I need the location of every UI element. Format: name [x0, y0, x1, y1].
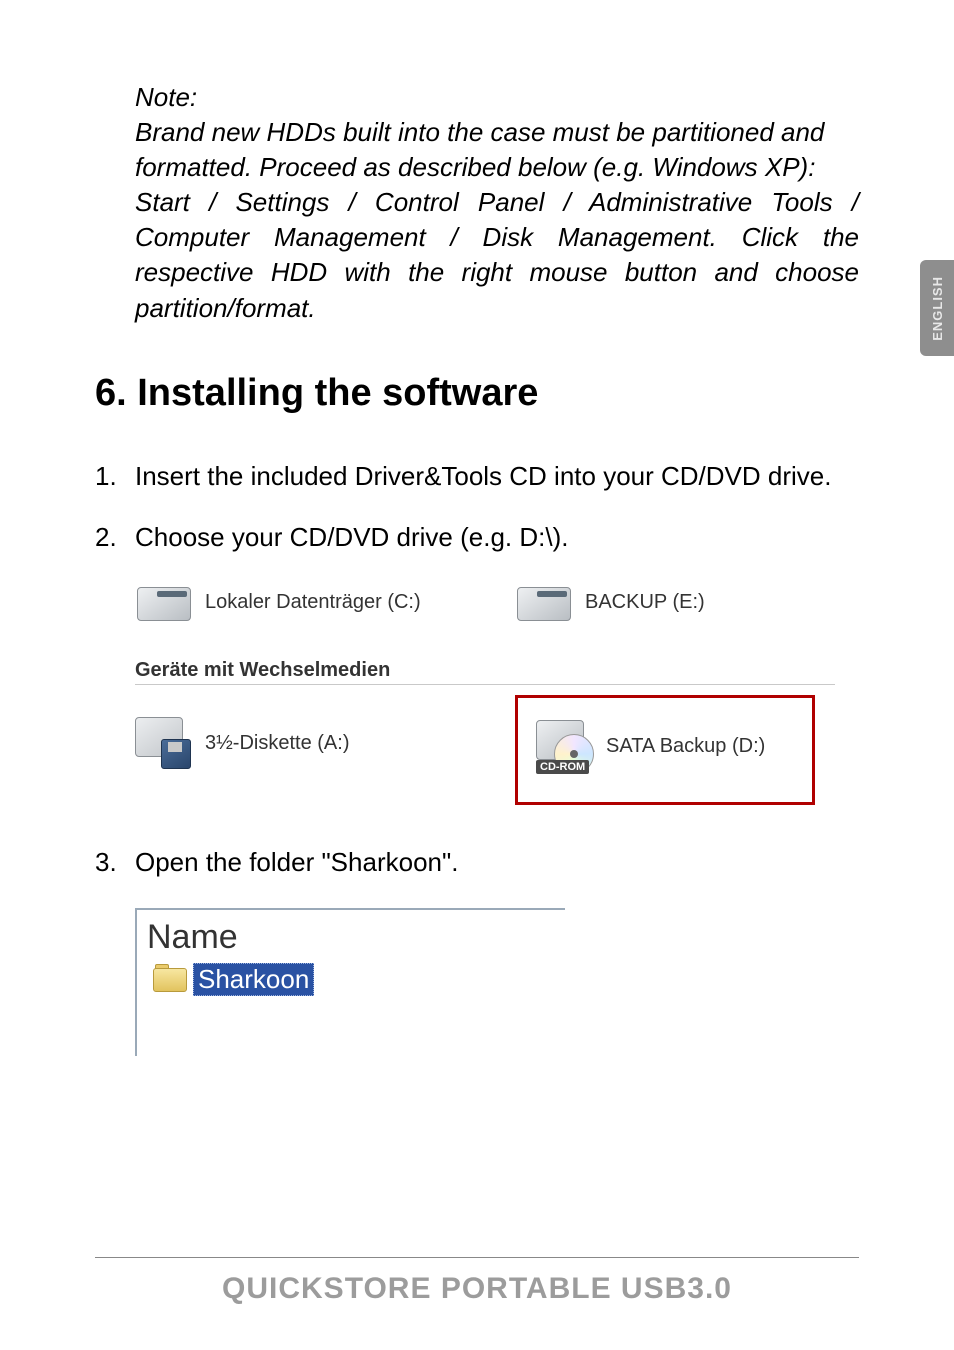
- drive-local-c-label: Lokaler Datenträger (C:): [205, 591, 421, 614]
- step-2-number: 2.: [95, 522, 135, 553]
- step-2: 2. Choose your CD/DVD drive (e.g. D:\).: [95, 522, 859, 553]
- column-header-name: Name: [147, 918, 565, 957]
- step-1: 1. Insert the included Driver&Tools CD i…: [95, 461, 859, 492]
- step-3-number: 3.: [95, 847, 135, 878]
- cdrom-icon: CD-ROM: [536, 720, 594, 774]
- step-2-text: Choose your CD/DVD drive (e.g. D:\).: [135, 522, 859, 553]
- step-3: 3. Open the folder "Sharkoon".: [95, 847, 859, 878]
- folder-icon: [153, 966, 187, 992]
- hdd-icon: [135, 583, 193, 623]
- folder-row-sharkoon: Sharkoon: [153, 963, 565, 996]
- cdrom-badge: CD-ROM: [536, 760, 589, 774]
- note-block: Note: Brand new HDDs built into the case…: [135, 80, 859, 326]
- highlighted-drive-box: CD-ROM SATA Backup (D:): [515, 695, 815, 805]
- step-1-text: Insert the included Driver&Tools CD into…: [135, 461, 859, 492]
- folder-name-label: Sharkoon: [193, 963, 314, 996]
- section-heading: 6. Installing the software: [95, 372, 859, 415]
- page-footer: QUICKSTORE PORTABLE USB3.0: [95, 1257, 859, 1306]
- floppy-icon: [135, 717, 193, 771]
- language-tab-label: ENGLISH: [930, 276, 945, 341]
- note-label: Note:: [135, 80, 859, 115]
- step-1-number: 1.: [95, 461, 135, 492]
- removable-section-label: Geräte mit Wechselmedien: [135, 659, 835, 685]
- drive-local-c: Lokaler Datenträger (C:): [135, 583, 515, 623]
- drive-sata-d: CD-ROM SATA Backup (D:): [536, 720, 794, 774]
- folder-figure: Name Sharkoon: [135, 908, 565, 1056]
- drive-backup-e-label: BACKUP (E:): [585, 591, 705, 614]
- drive-sata-d-label: SATA Backup (D:): [606, 735, 765, 758]
- step-3-text: Open the folder "Sharkoon".: [135, 847, 859, 878]
- drive-backup-e: BACKUP (E:): [515, 583, 705, 623]
- note-line-1: Brand new HDDs built into the case must …: [135, 115, 859, 185]
- hdd-icon: [515, 583, 573, 623]
- drives-figure: Lokaler Datenträger (C:) BACKUP (E:) Ger…: [135, 583, 835, 805]
- language-tab: ENGLISH: [920, 260, 954, 356]
- drive-floppy-a-label: 3½-Diskette (A:): [205, 732, 349, 755]
- drive-floppy-a: 3½-Diskette (A:): [135, 717, 515, 771]
- footer-title: QUICKSTORE PORTABLE USB3.0: [95, 1272, 859, 1306]
- note-line-2: Start / Settings / Control Panel / Admin…: [135, 185, 859, 325]
